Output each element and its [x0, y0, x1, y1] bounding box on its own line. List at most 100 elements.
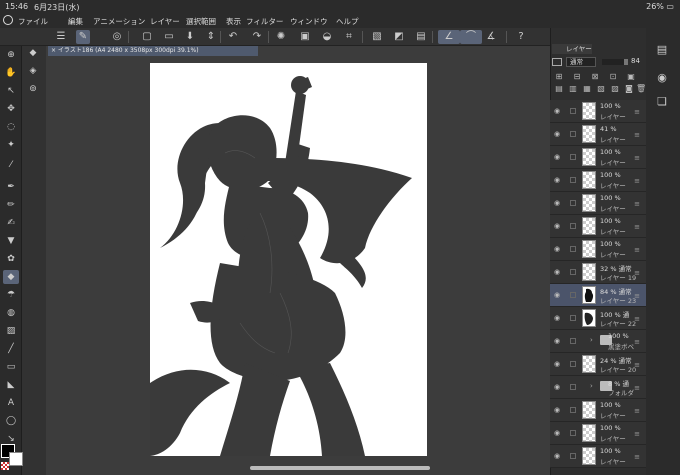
new-vector-icon[interactable]: ▥	[568, 84, 578, 94]
visibility-eye-icon[interactable]: ◉	[554, 314, 564, 322]
ruler-tool-icon[interactable]: ◣	[3, 378, 19, 392]
pencil-icon[interactable]: ✏	[3, 198, 19, 212]
invert-icon[interactable]: ▤	[414, 30, 428, 44]
layer-row[interactable]: ◉ 100 % レイヤー ≡	[550, 422, 646, 445]
gallery-icon[interactable]: ◎	[110, 30, 124, 44]
settings-icon[interactable]: ⊚	[25, 82, 41, 96]
layer-menu-icon[interactable]: ≡	[634, 223, 640, 231]
lock-icon[interactable]	[570, 177, 576, 183]
fill-bucket-icon[interactable]: ◍	[3, 306, 19, 320]
sub-color[interactable]	[9, 452, 23, 466]
transparent-color[interactable]	[1, 462, 9, 470]
lock-icon[interactable]	[570, 200, 576, 206]
ruler-edit-icon[interactable]: ∡	[484, 30, 498, 44]
new-file-icon[interactable]: ▢	[140, 30, 154, 44]
text-icon[interactable]: A	[3, 396, 19, 410]
layer-menu-icon[interactable]: ≡	[634, 361, 640, 369]
visibility-eye-icon[interactable]: ◉	[554, 337, 564, 345]
visibility-eye-icon[interactable]: ◉	[554, 199, 564, 207]
eraser-icon[interactable]: ◆	[3, 270, 19, 284]
visibility-eye-icon[interactable]: ◉	[554, 383, 564, 391]
layer-menu-icon[interactable]: ≡	[634, 407, 640, 415]
lock-icon[interactable]	[570, 384, 576, 390]
layer-option-2-icon[interactable]: ⊟	[572, 72, 582, 82]
lock-icon[interactable]	[570, 108, 576, 114]
layer-menu-icon[interactable]: ≡	[634, 131, 640, 139]
layer-menu-icon[interactable]: ≡	[634, 108, 640, 116]
clip-icon[interactable]: ▨	[610, 84, 620, 94]
layer-color-icon[interactable]	[552, 58, 562, 66]
layer-row[interactable]: ◉ 100 % レイヤー ≡	[550, 238, 646, 261]
new-folder-icon[interactable]: ▦	[582, 84, 592, 94]
balloon-icon[interactable]: ◯	[3, 414, 19, 428]
layer-row[interactable]: ◉ › 100 % 黒塗ボベ ≡	[550, 330, 646, 353]
gradient-tool-icon[interactable]: ▨	[3, 324, 19, 338]
visibility-eye-icon[interactable]: ◉	[554, 176, 564, 184]
visibility-eye-icon[interactable]: ◉	[554, 130, 564, 138]
select-icon[interactable]: ▧	[370, 30, 384, 44]
visibility-eye-icon[interactable]: ◉	[554, 222, 564, 230]
canvas-paper[interactable]	[150, 63, 427, 456]
layer-row[interactable]: ◉ 41 % レイヤー ≡	[550, 123, 646, 146]
layer-menu-icon[interactable]: ≡	[634, 430, 640, 438]
visibility-eye-icon[interactable]: ◉	[554, 406, 564, 414]
layer-menu-icon[interactable]: ≡	[634, 177, 640, 185]
layer-row[interactable]: ◉ 100 % レイヤー ≡	[550, 169, 646, 192]
layer-option-5-icon[interactable]: ▣	[626, 72, 636, 82]
home-indicator[interactable]	[250, 466, 430, 470]
blend-icon[interactable]: ☂	[3, 288, 19, 302]
soft-eraser-icon[interactable]: ◈	[25, 64, 41, 78]
lock-icon[interactable]	[570, 430, 576, 436]
move-icon[interactable]: ✥	[3, 102, 19, 116]
chevron-icon[interactable]: ›	[590, 336, 593, 344]
lasso-icon[interactable]: ◌	[3, 120, 19, 134]
menu-help[interactable]: ヘルプ	[336, 16, 359, 27]
layer-row[interactable]: ◉ 100 % 通レイヤー 22 ≡	[550, 307, 646, 330]
hamburger-icon[interactable]: ☰	[54, 30, 68, 44]
menu-filter[interactable]: フィルター	[246, 16, 283, 27]
spin-icon[interactable]: ✺	[274, 30, 288, 44]
ruler-icon[interactable]: ∠	[438, 30, 460, 44]
clear-icon[interactable]: ▣	[298, 30, 312, 44]
airbrush-icon[interactable]: ▼	[3, 234, 19, 248]
layer-row[interactable]: ◉ 24 % 通常 レイヤー 20 ≡	[550, 353, 646, 376]
layer-row[interactable]: ◉ 100 % レイヤー ≡	[550, 146, 646, 169]
decoration-icon[interactable]: ✿	[3, 252, 19, 266]
perspective-icon[interactable]: ⌒	[460, 30, 482, 44]
crop-icon[interactable]: ⌗	[342, 30, 356, 44]
lock-icon[interactable]	[570, 154, 576, 160]
gradient-icon[interactable]: ◩	[392, 30, 406, 44]
lock-icon[interactable]	[570, 131, 576, 137]
menu-file[interactable]: ファイル	[18, 16, 48, 27]
lock-icon[interactable]	[570, 407, 576, 413]
visibility-eye-icon[interactable]: ◉	[554, 153, 564, 161]
save-icon[interactable]: ⬇	[183, 30, 197, 44]
layer-menu-icon[interactable]: ≡	[634, 292, 640, 300]
layer-menu-icon[interactable]: ≡	[634, 315, 640, 323]
chevron-icon[interactable]: ›	[590, 382, 593, 390]
new-raster-icon[interactable]: ▤	[554, 84, 564, 94]
hand-icon[interactable]: ✋	[3, 66, 19, 80]
menu-view[interactable]: 表示	[226, 16, 241, 27]
layer-menu-icon[interactable]: ≡	[634, 246, 640, 254]
eraser-subtool-icon[interactable]: ◆	[25, 46, 41, 60]
layer-row[interactable]: ◉ 100 % レイヤー ≡	[550, 100, 646, 123]
layer-tab[interactable]: レイヤー	[552, 44, 592, 54]
visibility-eye-icon[interactable]: ◉	[554, 245, 564, 253]
layer-menu-icon[interactable]: ≡	[634, 338, 640, 346]
layer-menu-icon[interactable]: ≡	[634, 154, 640, 162]
undo-icon[interactable]: ↶	[226, 30, 240, 44]
layer-row[interactable]: ◉ 100 % レイヤー ≡	[550, 445, 646, 468]
menu-window[interactable]: ウィンドウ	[290, 16, 328, 27]
lock-icon[interactable]	[570, 453, 576, 459]
layer-option-1-icon[interactable]: ⊞	[554, 72, 564, 82]
mask-icon[interactable]: ◙	[624, 84, 634, 94]
help-icon[interactable]: ?	[514, 30, 528, 44]
layer-menu-icon[interactable]: ≡	[634, 453, 640, 461]
visibility-eye-icon[interactable]: ◉	[554, 268, 564, 276]
document-tab[interactable]: × イラスト186 (A4 2480 x 3508px 300dpi 39.1%…	[48, 46, 258, 56]
merge-down-icon[interactable]: ▧	[596, 84, 606, 94]
layer-row[interactable]: ◉ 100 % レイヤー ≡	[550, 399, 646, 422]
lock-icon[interactable]	[570, 338, 576, 344]
visibility-eye-icon[interactable]: ◉	[554, 107, 564, 115]
